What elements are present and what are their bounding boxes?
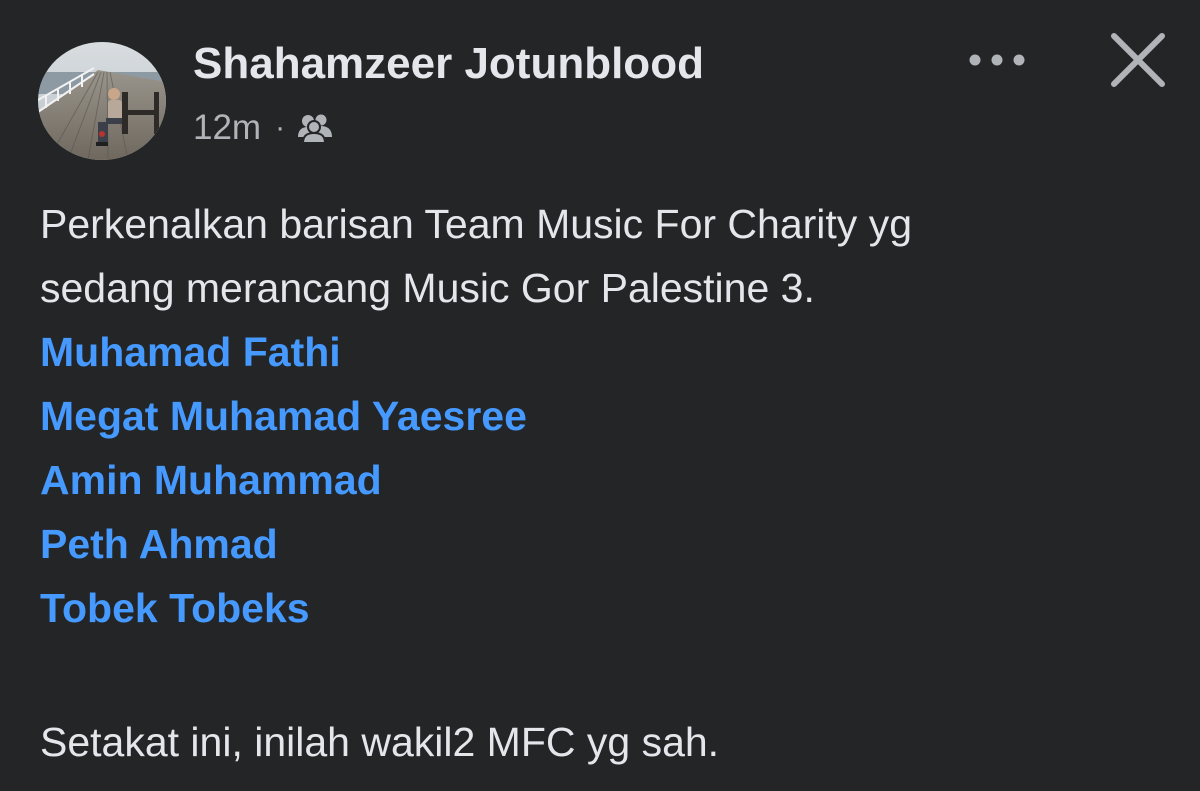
mention-link[interactable]: Tobek Tobeks bbox=[40, 576, 1180, 640]
mention-link[interactable]: Megat Muhamad Yaesree bbox=[40, 384, 1180, 448]
post-closing-line: Setakat ini, inilah wakil2 MFC yg sah. bbox=[40, 719, 720, 765]
close-button[interactable] bbox=[1100, 22, 1176, 98]
facebook-post: Shahamzeer Jotunblood 12m · Perkenalkan … bbox=[0, 0, 1200, 791]
friends-icon[interactable] bbox=[297, 113, 333, 143]
more-options-icon bbox=[969, 54, 1025, 66]
avatar[interactable] bbox=[38, 42, 166, 160]
post-text-line: sedang merancang Music Gor Palestine 3. bbox=[40, 265, 815, 311]
post-text-line: Perkenalkan barisan Team Music For Chari… bbox=[40, 201, 912, 247]
mention-link[interactable]: Amin Muhammad bbox=[40, 448, 1180, 512]
author-name[interactable]: Shahamzeer Jotunblood bbox=[193, 38, 704, 90]
avatar-photo bbox=[38, 42, 166, 160]
mention-link[interactable]: Muhamad Fathi bbox=[40, 320, 1180, 384]
meta-separator: · bbox=[275, 111, 286, 144]
post-body: Perkenalkan barisan Team Music For Chari… bbox=[40, 192, 1180, 640]
post-timestamp[interactable]: 12m bbox=[193, 108, 261, 148]
more-options-button[interactable] bbox=[958, 40, 1036, 80]
mention-link[interactable]: Peth Ahmad bbox=[40, 512, 1180, 576]
post-meta: 12m · bbox=[193, 106, 333, 150]
close-icon bbox=[1111, 33, 1165, 87]
